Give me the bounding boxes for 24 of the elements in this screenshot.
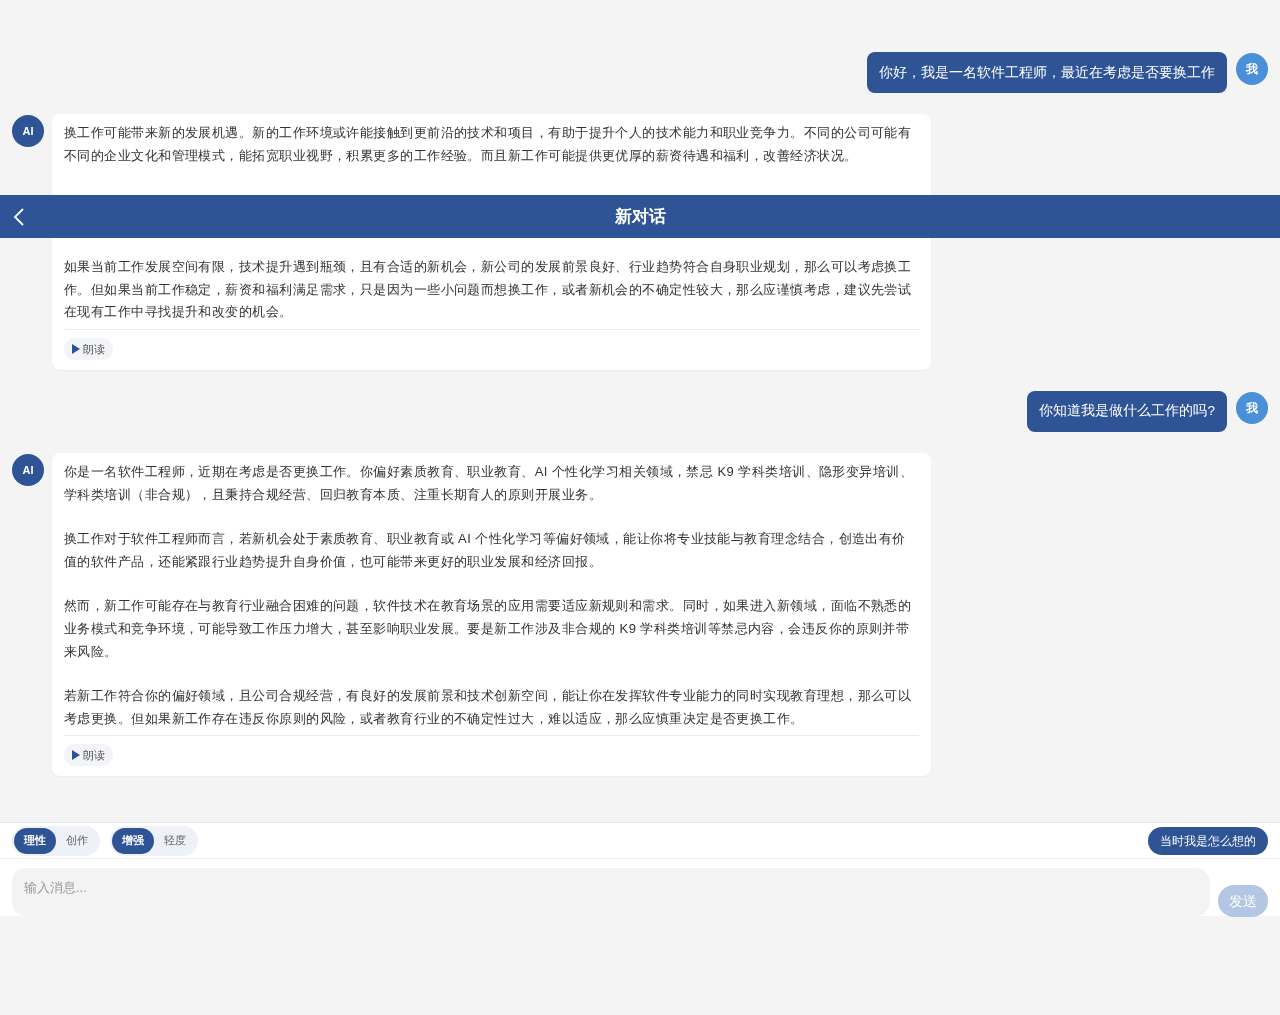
user-message: 你知道我是做什么工作的吗? [1027,390,1227,432]
user-avatar: 我 [1236,391,1268,424]
ai-avatar: AI [12,115,44,147]
message-paragraph: 若新工作符合你的偏好领域，且公司合规经营，有良好的发展前景和技术创新空间，能让你在发挥软件专业能力的同时实现教育理想，那么可以考虑更换。但如果新工作存在违反你原则的风险，或者教育行业的不确定性过大，难以适应，那么应慎重决定是否更换工作。 [64,687,913,728]
user-message: 你好，我是一名软件工程师，最近在考虑是否要换工作 [867,52,1227,93]
mode-option[interactable]: 创作 [56,827,98,854]
message-paragraph: 换工作可能带来新的发展机遇。新的工作环境或许能接触到更前沿的技术和项目，有助于提升个人的技术能力和职业竞争力。不同的公司可能有不同的企业文化和管理模式，能拓宽职业视野，积累更多的工作经验。而且新工作可能提供更优厚的薪资待遇和福利，改善经济状况。 [64,124,913,165]
page-title: 新对话 [614,205,666,228]
mode-option[interactable]: 轻度 [154,827,196,854]
message-paragraph: 换工作对于软件工程师而言，若新机会处于素质教育、职业教育或 AI 个性化学习等偏好领域，能让你将专业技能与教育理念结合，创造出有价值的软件产品，还能紧跟行业趋势提升自身价值，也可能带来更好的职业发展和经济回报。 [64,530,907,571]
message-paragraph: 然而，新工作可能存在与教育行业融合困难的问题，软件技术在教育场景的应用需要适应新规则和需求。同时，如果进入新领域，面临不熟悉的业务模式和竞争环境，可能导致工作压力增大，甚至影响职业发展。要是新工作涉及非合规的 K9 学科类培训等禁忌内容，会违反你的原则并带来风险。 [64,597,913,661]
message-input[interactable]: 输入消息... [12,868,1210,916]
mode-option[interactable]: 增强 [112,827,154,854]
ai-avatar: AI [12,453,44,486]
play-icon [72,343,80,354]
back-icon[interactable] [12,207,26,227]
message-paragraph: 你是一名软件工程师，近期在考虑是否更换工作。你偏好素质教育、职业教育、AI 个性化学习相关领域，禁忌 K9 学科类培训、隐形变异培训、学科类培训（非合规），且秉持合规经营、回归教育本质、注重长期育人的原则开展业务。 [64,462,915,504]
recall-button[interactable]: 当时我是怎么想的 [1148,826,1268,855]
read-aloud-button[interactable]: 朗读 [64,337,113,360]
play-icon [72,750,80,761]
mode-option[interactable]: 理性 [14,827,56,854]
message-paragraph: 如果当前工作发展空间有限，技术提升遇到瓶颈，且有合适的新机会，新公司的发展前景良好、行业趋势符合自身职业规划，那么可以考虑换工作。但如果当前工作稳定，薪资和福利满足需求，只是因为一些小问题而想换工作，或者新机会的不确定性较大，那么应谨慎考虑，建议先尝试在现有工作中寻找提升和改变的机会。 [64,258,913,322]
user-avatar: 我 [1236,53,1268,85]
read-aloud-button[interactable]: 朗读 [64,744,113,767]
